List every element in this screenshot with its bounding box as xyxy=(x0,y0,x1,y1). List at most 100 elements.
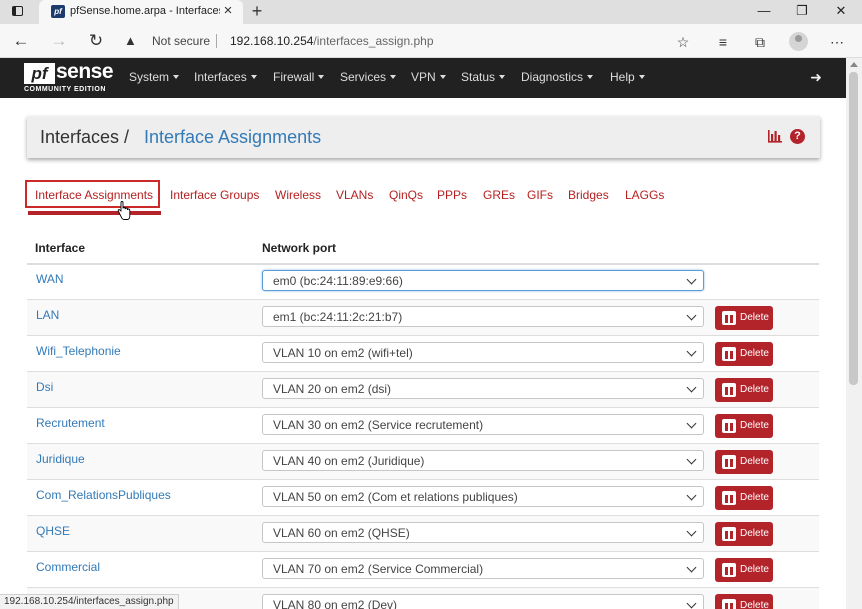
pfsense-logo[interactable]: pf sense COMMUNITY EDITION xyxy=(24,60,124,94)
interface-link[interactable]: LAN xyxy=(36,308,59,322)
tab-ppps[interactable]: PPPs xyxy=(437,188,467,202)
menu-services[interactable]: Services xyxy=(340,70,397,84)
table-row: QHSE VLAN 60 on em2 (QHSE) Delete xyxy=(27,516,819,552)
url-text[interactable]: 192.168.10.254/interfaces_assign.php xyxy=(230,34,434,48)
network-port-select[interactable]: em1 (bc:24:11:2c:21:b7) xyxy=(262,306,704,327)
menu-system[interactable]: System xyxy=(129,70,180,84)
browser-toolbar: ← → ↻ ▲ Not secure 192.168.10.254/interf… xyxy=(0,24,862,58)
bar-chart-icon[interactable] xyxy=(767,129,783,143)
interface-link[interactable]: WAN xyxy=(36,272,64,286)
interface-link[interactable]: Wifi_Telephonie xyxy=(36,344,121,358)
collections-icon[interactable]: ⧉ xyxy=(750,32,770,52)
menu-firewall[interactable]: Firewall xyxy=(273,70,325,84)
restore-icon[interactable]: ❐ xyxy=(783,0,821,24)
caret-down-icon xyxy=(250,75,257,79)
selected-port: VLAN 80 on em2 (Dev) xyxy=(273,598,398,609)
menu-vpn[interactable]: VPN xyxy=(411,70,446,84)
network-port-select[interactable]: VLAN 60 on em2 (QHSE) xyxy=(262,522,704,543)
table-row: LAN em1 (bc:24:11:2c:21:b7) Delete xyxy=(27,300,819,336)
table-row: Dsi VLAN 20 on em2 (dsi) Delete xyxy=(27,372,819,408)
tab-title: pfSense.home.arpa - Interfaces: Interfac… xyxy=(70,5,220,17)
delete-button[interactable]: Delete xyxy=(715,522,773,546)
tab-interface-groups[interactable]: Interface Groups xyxy=(170,188,259,202)
menu-interfaces[interactable]: Interfaces xyxy=(194,70,257,84)
delete-label: Delete xyxy=(740,312,769,323)
tab-wireless[interactable]: Wireless xyxy=(275,188,321,202)
close-window-icon[interactable]: ✕ xyxy=(822,0,860,24)
reload-icon[interactable]: ↻ xyxy=(84,29,108,53)
delete-button[interactable]: Delete xyxy=(715,594,773,609)
security-label[interactable]: Not secure xyxy=(152,34,210,48)
interface-link[interactable]: Dsi xyxy=(36,380,53,394)
tab-laggs[interactable]: LAGGs xyxy=(625,188,664,202)
scroll-up-icon[interactable] xyxy=(850,62,858,67)
tab-gres[interactable]: GREs xyxy=(483,188,515,202)
logo-sense: sense xyxy=(56,60,114,83)
selected-port: VLAN 70 on em2 (Service Commercial) xyxy=(273,562,484,576)
scroll-thumb[interactable] xyxy=(849,72,858,385)
menu-diagnostics[interactable]: Diagnostics xyxy=(521,70,594,84)
network-port-select[interactable]: VLAN 40 on em2 (Juridique) xyxy=(262,450,704,471)
delete-button[interactable]: Delete xyxy=(715,558,773,582)
help-icon[interactable]: ? xyxy=(790,129,805,144)
interface-link[interactable]: Recrutement xyxy=(36,416,105,430)
hand-cursor-icon xyxy=(117,201,131,220)
network-port-select[interactable]: VLAN 10 on em2 (wifi+tel) xyxy=(262,342,704,363)
more-menu-icon[interactable]: ⋯ xyxy=(827,32,847,52)
interface-link[interactable]: Com_RelationsPubliques xyxy=(36,488,171,502)
menu-label: Interfaces xyxy=(194,70,247,84)
interface-link[interactable]: Commercial xyxy=(36,560,100,574)
interface-link[interactable]: Juridique xyxy=(36,452,85,466)
address-bar[interactable]: ▲ Not secure 192.168.10.254/interfaces_a… xyxy=(118,30,710,53)
network-port-select[interactable]: VLAN 50 on em2 (Com et relations publiqu… xyxy=(262,486,704,507)
network-port-select[interactable]: VLAN 80 on em2 (Dev) xyxy=(262,594,704,609)
close-tab-icon[interactable]: × xyxy=(220,3,236,19)
profile-avatar-icon[interactable] xyxy=(789,32,808,51)
page-title[interactable]: Interface Assignments xyxy=(144,127,321,148)
delete-button[interactable]: Delete xyxy=(715,486,773,510)
interface-link[interactable]: QHSE xyxy=(36,524,70,538)
browser-tab-bar: pf pfSense.home.arpa - Interfaces: Inter… xyxy=(0,0,862,24)
back-icon[interactable]: ← xyxy=(9,29,33,53)
tab-bridges[interactable]: Bridges xyxy=(568,188,609,202)
minimize-icon[interactable]: — xyxy=(745,0,783,24)
page-scrollbar[interactable] xyxy=(846,58,862,609)
menu-label: Diagnostics xyxy=(521,70,584,84)
delete-button[interactable]: Delete xyxy=(715,378,773,402)
delete-button[interactable]: Delete xyxy=(715,342,773,366)
trash-icon xyxy=(722,383,736,397)
favorites-list-icon[interactable]: ≡ xyxy=(713,32,733,52)
browser-tab[interactable]: pf pfSense.home.arpa - Interfaces: Inter… xyxy=(39,0,243,24)
network-port-select[interactable]: VLAN 30 on em2 (Service recrutement) xyxy=(262,414,704,435)
delete-button[interactable]: Delete xyxy=(715,306,773,330)
table-row: Com_RelationsPubliques VLAN 50 on em2 (C… xyxy=(27,480,819,516)
table-row: WAN em0 (bc:24:11:89:e9:66) xyxy=(27,264,819,300)
trash-icon xyxy=(722,419,736,433)
menu-label: Help xyxy=(610,70,635,84)
trash-icon xyxy=(722,491,736,505)
tab-qinqs[interactable]: QinQs xyxy=(389,188,423,202)
breadcrumb-root[interactable]: Interfaces / xyxy=(40,127,129,148)
chevron-down-icon xyxy=(686,454,697,465)
network-port-select[interactable]: VLAN 70 on em2 (Service Commercial) xyxy=(262,558,704,579)
forward-icon[interactable]: → xyxy=(47,29,71,53)
delete-button[interactable]: Delete xyxy=(715,450,773,474)
menu-label: Status xyxy=(461,70,496,84)
network-port-select[interactable]: em0 (bc:24:11:89:e9:66) xyxy=(262,270,704,291)
network-port-select[interactable]: VLAN 20 on em2 (dsi) xyxy=(262,378,704,399)
tab-gifs[interactable]: GIFs xyxy=(527,188,553,202)
header-interface: Interface xyxy=(35,241,86,255)
trash-icon xyxy=(722,563,736,577)
selected-port: em0 (bc:24:11:89:e9:66) xyxy=(273,274,403,288)
logout-icon[interactable]: ➜ xyxy=(808,69,824,85)
menu-status[interactable]: Status xyxy=(461,70,506,84)
menu-help[interactable]: Help xyxy=(610,70,645,84)
favorite-star-icon[interactable]: ☆ xyxy=(673,32,693,52)
warning-icon[interactable]: ▲ xyxy=(124,33,137,48)
tab-vlans[interactable]: VLANs xyxy=(336,188,373,202)
tab-interface-assignments[interactable]: Interface Assignments xyxy=(35,188,153,202)
delete-button[interactable]: Delete xyxy=(715,414,773,438)
delete-label: Delete xyxy=(740,348,769,359)
tab-actions-icon[interactable] xyxy=(12,6,23,16)
new-tab-icon[interactable]: + xyxy=(248,1,266,21)
